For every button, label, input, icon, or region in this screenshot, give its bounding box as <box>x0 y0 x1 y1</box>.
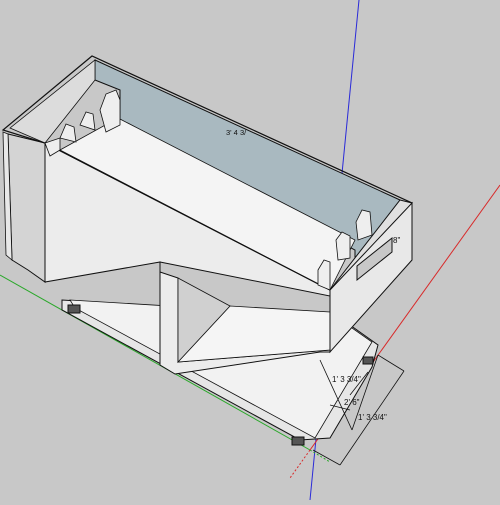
inner-left-wall <box>9 59 96 144</box>
wheel-front-left <box>67 304 81 314</box>
dimension-height[interactable]: 8" <box>393 236 400 245</box>
wheel-front-right <box>291 436 305 446</box>
left-end-panel[interactable] <box>7 133 46 283</box>
dimension-length[interactable]: 3' 4 3/ <box>226 128 247 137</box>
wheel-back-right <box>362 356 374 365</box>
dimension-upper[interactable]: 1' 3 3/4" <box>332 375 361 384</box>
green-axis-dotted <box>309 449 331 463</box>
dimension-middle[interactable]: 2' 6" <box>344 398 360 407</box>
dimension-lower[interactable]: 1' 3 3/4" <box>358 413 387 422</box>
red-axis-dotted <box>289 449 311 479</box>
model-canvas[interactable]: 3' 4 3/ 8" 1' 3 3/4" 2' 6" 1' 3 3/4" <box>0 0 500 501</box>
sketchup-viewport[interactable]: 3' 4 3/ 8" 1' 3 3/4" 2' 6" 1' 3 3/4" <box>0 0 500 501</box>
